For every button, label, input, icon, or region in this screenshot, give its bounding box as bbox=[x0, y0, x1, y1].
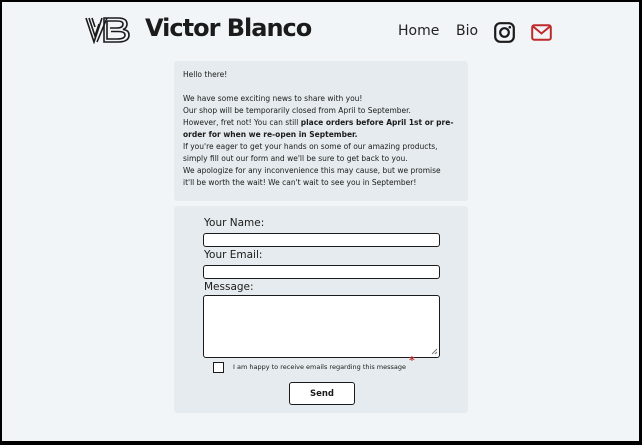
mail-icon[interactable] bbox=[531, 24, 552, 41]
announcement-line: We apologize for any inconvenience this … bbox=[183, 166, 441, 175]
announcement-line: If you're eager to get your hands on som… bbox=[183, 142, 438, 151]
announcement-highlight: order for when we re-open in September. bbox=[183, 130, 358, 139]
announcement-line: it'll be worth the wait! We can't wait t… bbox=[183, 178, 417, 187]
announcement-highlight: place orders before April 1st or pre- bbox=[300, 118, 454, 127]
send-button[interactable]: Send bbox=[289, 382, 355, 405]
consent-label: I am happy to receive emails regarding t… bbox=[233, 363, 406, 371]
announcement-text: However, fret not! You can still bbox=[183, 118, 301, 127]
resize-grip-icon[interactable] bbox=[430, 347, 438, 355]
name-input[interactable] bbox=[203, 233, 440, 247]
message-label: Message: bbox=[204, 281, 254, 293]
announcement-line: We have some exciting news to share with… bbox=[183, 94, 363, 103]
announcement-line: order for when we re-open in September. bbox=[183, 129, 459, 141]
brand-name[interactable]: Victor Blanco bbox=[145, 14, 312, 42]
greeting-text: Hello there! bbox=[183, 70, 228, 79]
vb-logo-icon[interactable] bbox=[85, 16, 131, 44]
contact-form: Your Name: Your Email: Message: I am hap… bbox=[174, 206, 468, 413]
nav-bio-link[interactable]: Bio bbox=[456, 23, 478, 39]
email-input[interactable] bbox=[203, 265, 440, 279]
announcement-line: Our shop will be temporarily closed from… bbox=[183, 106, 411, 115]
announcement-line: However, fret not! You can still place o… bbox=[183, 117, 459, 129]
required-marker: * bbox=[409, 354, 415, 367]
email-label: Your Email: bbox=[204, 249, 263, 261]
instagram-icon[interactable] bbox=[494, 22, 515, 43]
message-textarea[interactable] bbox=[203, 295, 440, 358]
name-label: Your Name: bbox=[204, 217, 265, 229]
consent-checkbox[interactable] bbox=[213, 362, 224, 373]
announcement-card: Hello there! We have some exciting news … bbox=[174, 61, 468, 201]
announcement-line: simply fill out our form and we'll be su… bbox=[183, 154, 408, 163]
nav-home-link[interactable]: Home bbox=[398, 23, 439, 39]
page: Victor Blanco Home Bio Hello there! We h… bbox=[2, 2, 639, 441]
